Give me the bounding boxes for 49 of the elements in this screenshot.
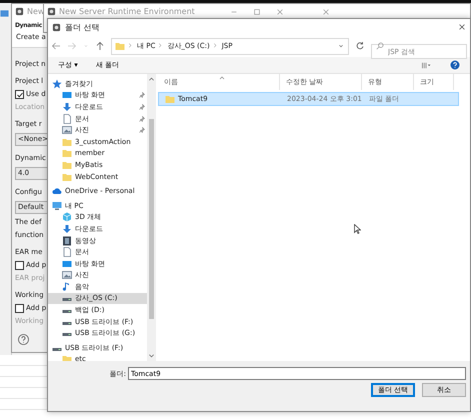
close-icon <box>322 8 330 16</box>
dropdown-caret-icon <box>337 42 345 50</box>
download-arrow-icon <box>62 102 72 112</box>
music-note-icon <box>62 282 72 292</box>
desktop-icon <box>62 258 72 269</box>
film-icon <box>62 236 72 246</box>
window-icon <box>47 7 56 16</box>
checkbox[interactable] <box>15 304 24 313</box>
maximize-icon <box>253 8 261 16</box>
desktop-icon <box>62 90 72 100</box>
checkbox[interactable] <box>15 261 24 270</box>
sort-caret-icon <box>218 75 224 80</box>
app-window-icon <box>0 9 9 18</box>
scroll-up-icon <box>148 76 155 83</box>
computer-icon <box>52 200 62 211</box>
chevron-right-icon <box>212 42 219 50</box>
scroll-down-icon <box>148 352 155 359</box>
window-icon <box>52 22 61 32</box>
folder-icon <box>62 160 72 170</box>
checkbox[interactable] <box>15 90 24 99</box>
star-icon <box>52 78 62 89</box>
help-icon <box>450 60 460 70</box>
document-icon <box>62 114 72 124</box>
folder-icon <box>165 94 175 104</box>
folder-icon <box>62 172 72 182</box>
window-title: New Server Runtime Environment <box>59 7 195 16</box>
cube-icon <box>62 212 72 222</box>
view-options-icon <box>420 60 432 70</box>
chevron-right-icon <box>158 42 164 50</box>
window-icon <box>15 7 24 16</box>
picture-icon <box>62 125 72 136</box>
help-icon[interactable] <box>18 334 29 345</box>
forward-arrow-icon <box>67 41 77 51</box>
download-arrow-icon <box>62 224 72 234</box>
cloud-icon <box>52 186 62 196</box>
close-icon <box>458 23 466 31</box>
dialog-title: 폴더 선택 <box>65 22 100 32</box>
document-icon <box>62 247 72 258</box>
up-arrow-icon <box>95 41 105 51</box>
folder-icon <box>115 41 125 51</box>
chevron-right-icon <box>128 42 134 50</box>
picture-icon <box>62 270 72 280</box>
folder-icon <box>62 148 72 158</box>
search-icon <box>376 42 384 50</box>
back-arrow-icon <box>51 41 61 51</box>
mouse-pointer-icon <box>354 224 361 234</box>
close-icon <box>276 8 284 16</box>
folder-icon <box>62 136 72 147</box>
refresh-icon <box>355 41 365 51</box>
